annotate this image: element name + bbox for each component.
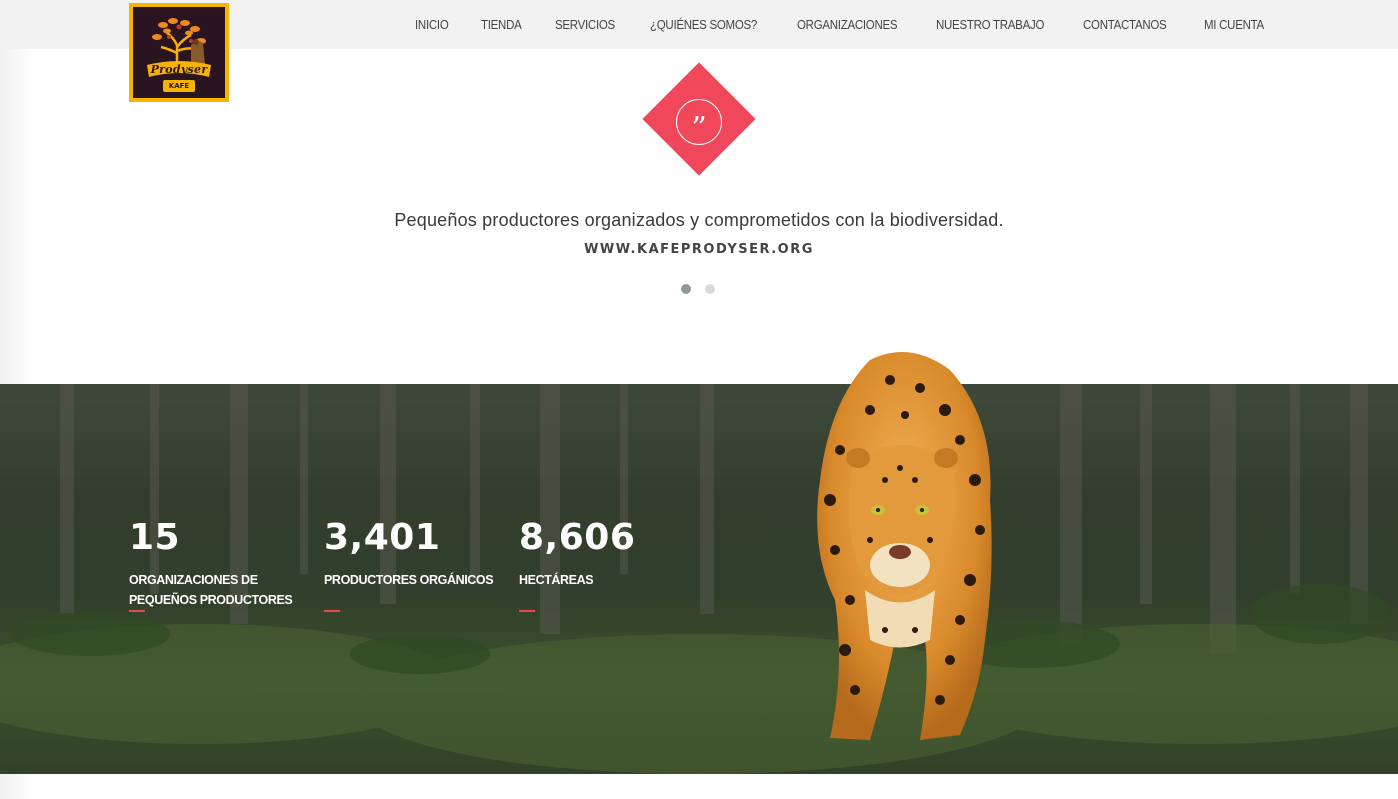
stat-underline	[519, 610, 535, 612]
stat-underline	[324, 610, 340, 612]
nav-quienes-somos[interactable]: ¿QUIÉNES SOMOS?	[650, 18, 757, 32]
nav-nuestro-trabajo[interactable]: NUESTRO TRABAJO	[936, 18, 1044, 32]
stat-value: 3,401	[324, 517, 441, 558]
jaguar-image	[817, 352, 992, 740]
nav-mi-cuenta[interactable]: MI CUENTA	[1204, 18, 1264, 32]
slider-dot-2[interactable]	[705, 284, 715, 294]
stat-underline	[129, 610, 145, 612]
nav-tienda[interactable]: TIENDA	[481, 18, 522, 32]
stat-productores: 3,401 PRODUCTORES ORGÁNICOS	[324, 517, 494, 612]
stat-label: PRODUCTORES ORGÁNICOS	[324, 573, 494, 587]
stat-organizaciones: 15 ORGANIZACIONES DE PEQUEÑOS PRODUCTORE…	[129, 517, 299, 612]
nav-contactanos[interactable]: CONTACTANOS	[1083, 18, 1167, 32]
main-nav: INICIO TIENDA SERVICIOS ¿QUIÉNES SOMOS? …	[415, 16, 1269, 34]
logo-emblem: Prodyser KAFE	[133, 7, 225, 98]
stat-value: 15	[129, 517, 181, 558]
slider-dot-1[interactable]	[681, 284, 691, 294]
nav-inicio[interactable]: INICIO	[415, 18, 449, 32]
quote-icon: ”	[676, 99, 722, 146]
logo-brand-name: Prodyser	[150, 63, 208, 76]
stat-label: HECTÁREAS	[519, 573, 594, 587]
nav-servicios[interactable]: SERVICIOS	[555, 18, 615, 32]
stat-label: ORGANIZACIONES DE PEQUEÑOS PRODUCTORES	[129, 573, 293, 607]
testimonial-text: Pequeños productores organizados y compr…	[394, 210, 1004, 230]
logo-brand-sub: KAFE	[168, 82, 190, 90]
brand-logo[interactable]: Prodyser KAFE	[129, 3, 229, 102]
stat-hectareas: 8,606 HECTÁREAS	[519, 517, 689, 612]
stat-value: 8,606	[519, 517, 636, 558]
testimonial-source: WWW.KAFEPRODYSER.ORG	[584, 242, 814, 257]
slider-dots	[681, 284, 715, 294]
nav-organizaciones[interactable]: ORGANIZACIONES	[797, 18, 898, 32]
